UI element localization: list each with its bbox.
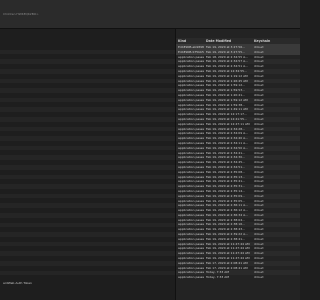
list-row-stripe — [0, 193, 175, 199]
list-row-stripe — [0, 251, 175, 256]
toolbar: Children HW4EQK2BO> — [0, 0, 300, 29]
list-row-stripe — [0, 145, 175, 151]
list-row-stripe — [0, 69, 175, 74]
list-row-stripe — [0, 107, 175, 112]
list-row-stripe — [0, 270, 175, 276]
list-row-stripe — [0, 59, 175, 64]
list-row-stripe — [0, 155, 175, 160]
list-row-stripe — [0, 117, 175, 122]
column-header-kind[interactable]: Kind — [178, 39, 186, 43]
column-header-date-modified[interactable]: Date Modified — [206, 39, 231, 43]
table-header: Kind Date Modified Keychain — [176, 38, 300, 45]
keychain-table: Kind Date Modified Keychain Ed4E90B-ab98… — [176, 29, 300, 300]
list-row-stripe — [0, 222, 175, 228]
cell-kind: application password — [178, 275, 204, 280]
table-body: Ed4E90B-ab98982b8a...Feb 19, 2020 at 3:2… — [176, 45, 300, 280]
list-row-stripe — [0, 136, 175, 141]
column-header-keychain[interactable]: Keychain — [254, 39, 270, 43]
list-row-stripe — [0, 165, 175, 170]
table-row[interactable]: application passwordToday, 7:33 AM iCloud — [176, 275, 300, 280]
list-row-stripe — [0, 78, 175, 84]
list-row-stripe — [0, 97, 175, 103]
cell-date-modified: Today, 7:33 AM — [206, 275, 229, 280]
filter-text[interactable]: Children HW4EQK2BO> — [3, 12, 39, 16]
list-row-stripe — [0, 49, 175, 55]
cell-keychain: iCloud — [254, 275, 264, 280]
list-row-stripe — [0, 88, 175, 93]
list-row-stripe — [0, 126, 175, 132]
list-row-stripe — [0, 232, 175, 237]
list-row-stripe — [0, 184, 175, 189]
list-row-stripe — [0, 174, 175, 180]
item-name[interactable]: ardWeb Auth Token — [3, 281, 32, 285]
item-list-pane[interactable]: ardWeb Auth Token — [0, 29, 175, 300]
list-row-stripe — [0, 203, 175, 208]
list-row-stripe — [0, 241, 175, 247]
list-row-stripe — [0, 213, 175, 218]
list-row-stripe — [0, 261, 175, 266]
